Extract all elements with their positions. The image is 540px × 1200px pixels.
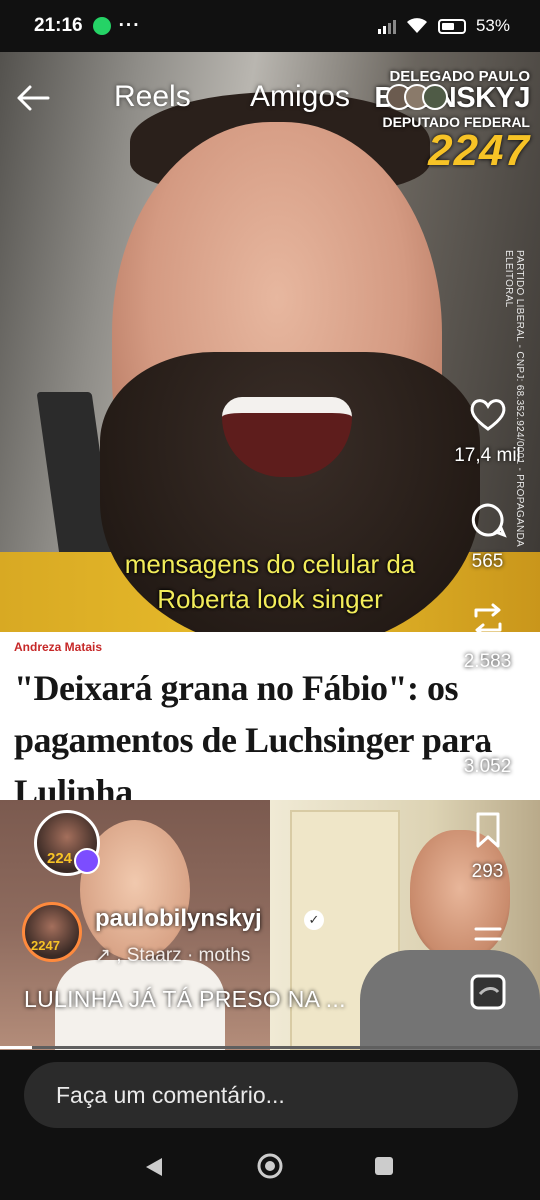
comment-bar: Faça um comentário... (0, 1050, 540, 1136)
save-count: 293 (471, 861, 504, 882)
campaign-number: 2247 (428, 126, 530, 175)
repost-icon[interactable] (468, 600, 508, 640)
share-icon[interactable] (468, 705, 508, 745)
tab-friends[interactable]: Amigos (250, 80, 350, 114)
audio-thumbnail[interactable] (440, 972, 535, 1017)
music-thumbnail-icon[interactable] (468, 972, 508, 1012)
audio-label[interactable]: ↗ , Staarz · moths (95, 944, 250, 967)
battery-percent: 53% (475, 16, 510, 35)
tab-reels[interactable]: Reels (114, 80, 191, 114)
save-action[interactable]: 293 (440, 810, 535, 883)
video-progress[interactable] (0, 1046, 540, 1049)
bookmark-icon[interactable] (468, 810, 508, 850)
whatsapp-icon (92, 17, 111, 35)
repost-count: 2.583 (463, 651, 512, 672)
verified-icon: ✓ (304, 910, 324, 930)
author-avatar-badge: 2247 (31, 938, 60, 953)
audio-name: , Staarz · moths (116, 945, 251, 966)
like-count: 17,4 mil (454, 445, 521, 466)
back-arrow-icon[interactable] (16, 84, 50, 112)
more-notifications-icon: ··· (118, 15, 141, 36)
like-action[interactable]: 17,4 mil (440, 394, 535, 467)
signal-icon (377, 18, 396, 34)
more-icon[interactable] (468, 915, 508, 955)
status-bar: 21:16 ··· 53% (0, 0, 540, 52)
friend-avatar (422, 84, 448, 110)
nav-home-icon[interactable] (256, 1152, 284, 1180)
nav-back-icon[interactable] (144, 1156, 164, 1178)
comment-count: 565 (471, 551, 504, 572)
comment-action[interactable]: 565 (440, 500, 535, 573)
author-avatar[interactable]: 2247 (22, 902, 82, 962)
nav-recents-icon[interactable] (374, 1156, 394, 1176)
status-time: 21:16 (34, 15, 83, 36)
battery-icon (437, 18, 466, 34)
author-username[interactable]: paulobilynskyj (95, 905, 262, 933)
wifi-icon (406, 18, 427, 33)
comment-icon[interactable] (468, 500, 508, 540)
reposter-avatar-badge: 224 (47, 850, 73, 867)
share-count: 3.052 (463, 756, 512, 777)
system-nav-bar (0, 1136, 540, 1200)
repost-action[interactable]: 2.583 (440, 600, 535, 673)
news-author: Andreza Matais (14, 640, 103, 654)
more-action[interactable] (440, 915, 535, 960)
heart-icon[interactable] (468, 394, 508, 434)
share-action[interactable]: 3.052 (440, 705, 535, 778)
friends-avatars[interactable] (386, 84, 448, 110)
repost-badge-icon (74, 848, 100, 874)
comment-input[interactable]: Faça um comentário... (24, 1062, 518, 1128)
post-description[interactable]: LULINHA JÁ TÁ PRESO NA ... (24, 986, 346, 1013)
